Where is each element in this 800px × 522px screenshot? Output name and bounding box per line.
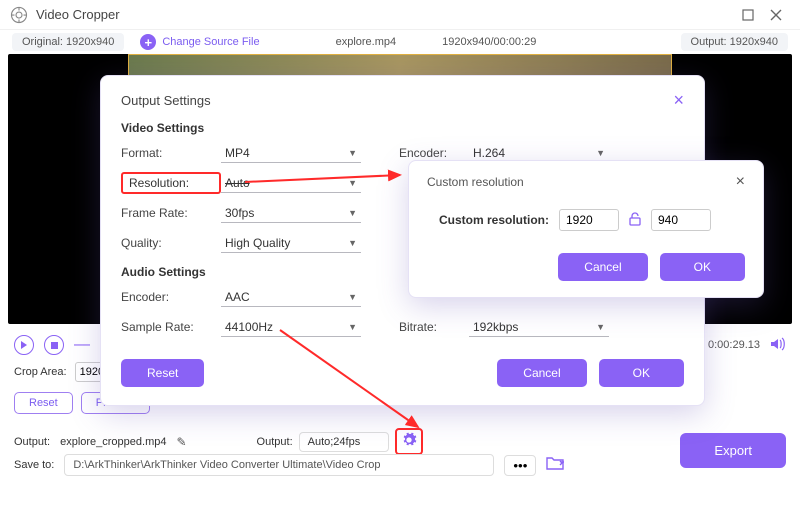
- custom-res-close-button[interactable]: ×: [736, 173, 745, 191]
- chevron-down-icon: ▼: [348, 238, 357, 248]
- sample-rate-label: Sample Rate:: [121, 320, 221, 334]
- resolution-select[interactable]: Auto▼: [221, 174, 361, 193]
- gear-icon[interactable]: [401, 432, 417, 451]
- change-source-button[interactable]: + Change Source File: [140, 34, 259, 50]
- volume-icon[interactable]: [770, 337, 786, 354]
- audio-encoder-select[interactable]: AAC▼: [221, 288, 361, 307]
- plus-circle-icon: +: [140, 34, 156, 50]
- save-to-label: Save to:: [14, 459, 54, 471]
- modal-ok-button[interactable]: OK: [599, 359, 684, 387]
- original-badge: Original: 1920x940: [12, 33, 124, 51]
- modal-cancel-button[interactable]: Cancel: [497, 359, 586, 387]
- app-title: Video Cropper: [36, 7, 120, 22]
- sample-rate-select[interactable]: 44100Hz▼: [221, 318, 361, 337]
- custom-resolution-modal: Custom resolution × Custom resolution: C…: [408, 160, 764, 298]
- chevron-down-icon: ▼: [596, 322, 605, 332]
- change-source-label: Change Source File: [162, 36, 259, 48]
- output-label: Output:: [14, 436, 50, 448]
- output-row: Output: explore_cropped.mp4 ✎ Output: Au…: [14, 428, 786, 455]
- bitrate-label: Bitrate:: [399, 320, 469, 334]
- video-settings-heading: Video Settings: [121, 121, 684, 135]
- custom-res-label: Custom resolution:: [439, 213, 549, 227]
- bitrate-select[interactable]: 192kbps▼: [469, 318, 609, 337]
- chevron-down-icon: ▼: [348, 208, 357, 218]
- framerate-select[interactable]: 30fps▼: [221, 204, 361, 223]
- play-icon: [20, 341, 28, 349]
- chevron-down-icon: ▼: [348, 178, 357, 188]
- chevron-down-icon: ▼: [348, 322, 357, 332]
- export-button[interactable]: Export: [680, 433, 786, 468]
- edit-icon[interactable]: ✎: [176, 435, 186, 449]
- modal-close-button[interactable]: ×: [673, 90, 684, 111]
- custom-res-cancel-button[interactable]: Cancel: [558, 253, 647, 281]
- app-logo-icon: [10, 6, 28, 24]
- folder-open-icon[interactable]: [546, 456, 564, 474]
- encoder-label: Encoder:: [399, 146, 469, 160]
- chevron-down-icon: ▼: [348, 292, 357, 302]
- titlebar: Video Cropper: [0, 0, 800, 30]
- resolution-label: Resolution:: [121, 172, 221, 194]
- filename: explore.mp4: [336, 36, 397, 48]
- format-label: Format:: [121, 146, 221, 160]
- gear-highlight: [395, 428, 423, 455]
- quality-select[interactable]: High Quality▼: [221, 234, 361, 253]
- output-format-select[interactable]: Auto;24fps: [299, 432, 389, 452]
- output-badge: Output: 1920x940: [681, 33, 788, 51]
- modal-title: Output Settings: [121, 93, 211, 108]
- close-icon: [770, 9, 782, 21]
- audio-encoder-label: Encoder:: [121, 290, 221, 304]
- output-format-wrap: Output: Auto;24fps: [257, 428, 423, 455]
- output-filename: explore_cropped.mp4: [60, 436, 166, 448]
- chevron-down-icon: ▼: [596, 148, 605, 158]
- info-bar: Original: 1920x940 + Change Source File …: [0, 30, 800, 54]
- output-label-2: Output:: [257, 436, 293, 448]
- custom-res-ok-button[interactable]: OK: [660, 253, 745, 281]
- custom-res-title: Custom resolution: [427, 175, 524, 189]
- framerate-label: Frame Rate:: [121, 206, 221, 220]
- dims-time: 1920x940/00:00:29: [442, 36, 536, 48]
- reset-button[interactable]: Reset: [14, 392, 73, 414]
- format-select[interactable]: MP4▼: [221, 144, 361, 163]
- chevron-down-icon: ▼: [348, 148, 357, 158]
- dash-icon: —: [74, 336, 90, 354]
- modal-reset-button[interactable]: Reset: [121, 359, 204, 387]
- browse-button[interactable]: •••: [504, 455, 536, 476]
- play-button[interactable]: [14, 335, 34, 355]
- custom-res-height-input[interactable]: [651, 209, 711, 231]
- window-minimize-button[interactable]: [734, 5, 762, 25]
- square-icon: [742, 9, 754, 21]
- stop-icon: [51, 342, 58, 349]
- unlock-icon[interactable]: [629, 212, 641, 229]
- save-to-row: Save to: •••: [14, 454, 786, 476]
- stop-button[interactable]: [44, 335, 64, 355]
- custom-res-width-input[interactable]: [559, 209, 619, 231]
- time-code: 0:00:29.13: [708, 339, 760, 351]
- save-path-input[interactable]: [64, 454, 494, 476]
- window-close-button[interactable]: [762, 5, 790, 25]
- crop-area-label: Crop Area:: [14, 366, 67, 378]
- quality-label: Quality:: [121, 236, 221, 250]
